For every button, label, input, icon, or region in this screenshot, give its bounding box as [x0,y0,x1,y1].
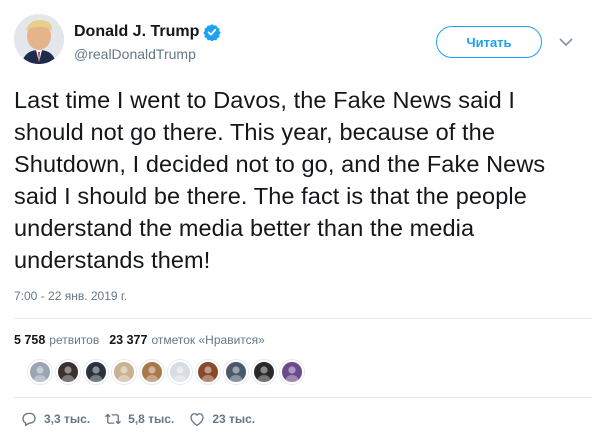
retweet-icon [104,410,122,428]
user-avatar-icon [117,366,131,382]
author-handle[interactable]: @realDonaldTrump [74,46,221,62]
liker-avatar[interactable] [168,360,192,384]
liker-avatar[interactable] [252,360,276,384]
divider [14,397,592,398]
user-avatar-icon [61,366,75,382]
reply-button[interactable]: 3,3 тыс. [20,410,90,428]
like-label: отметок «Нравится» [151,333,265,347]
tweet-card: Donald J. Trump @realDonaldTrump Читать … [0,0,606,444]
retweet-count-action: 5,8 тыс. [128,412,175,426]
reply-count: 3,3 тыс. [44,412,91,426]
user-avatar-icon [145,366,159,382]
liker-avatar[interactable] [56,360,80,384]
user-avatar-icon [257,366,271,382]
like-button[interactable]: 23 тыс. [188,410,255,428]
retweet-button[interactable]: 5,8 тыс. [104,410,174,428]
tweet-menu-button[interactable] [556,34,576,50]
liker-avatar[interactable] [28,360,52,384]
author-identity: Donald J. Trump @realDonaldTrump [74,22,222,62]
user-avatar-icon [89,366,103,382]
tweet-stats: 5 758 ретвитов 23 377 отметок «Нравится» [14,333,275,347]
tweet-actions: 3,3 тыс. 5,8 тыс. 23 тыс. [20,410,269,428]
like-stat[interactable]: 23 377 отметок «Нравится» [109,333,265,347]
liker-avatar[interactable] [224,360,248,384]
liker-avatar[interactable] [84,360,108,384]
author-display-name[interactable]: Donald J. Trump [74,23,199,41]
reply-icon [20,410,38,428]
author-avatar[interactable] [14,14,64,64]
liker-avatar[interactable] [196,360,220,384]
like-count: 23 377 [109,333,148,347]
retweet-stat[interactable]: 5 758 ретвитов [14,333,99,347]
liker-avatars [28,360,308,384]
liker-avatar[interactable] [112,360,136,384]
name-row: Donald J. Trump [74,22,222,42]
user-avatar-icon [33,366,47,382]
follow-button[interactable]: Читать [436,26,542,58]
author-avatar-image [14,14,64,64]
verified-badge-icon [203,23,222,42]
chevron-down-icon [559,38,573,46]
tweet-text: Last time I went to Davos, the Fake News… [14,87,546,273]
user-avatar-icon [201,366,215,382]
retweet-count: 5 758 [14,333,46,347]
tweet-header: Donald J. Trump @realDonaldTrump Читать [14,14,594,74]
like-count-action: 23 тыс. [212,412,256,426]
divider [14,318,592,319]
retweet-label: ретвитов [49,333,100,347]
liker-avatar[interactable] [280,360,304,384]
user-avatar-icon [285,366,299,382]
tweet-timestamp[interactable]: 7:00 - 22 янв. 2019 г. [14,289,127,303]
heart-icon [188,410,206,428]
user-avatar-icon [229,366,243,382]
user-avatar-icon [173,366,187,382]
liker-avatar[interactable] [140,360,164,384]
